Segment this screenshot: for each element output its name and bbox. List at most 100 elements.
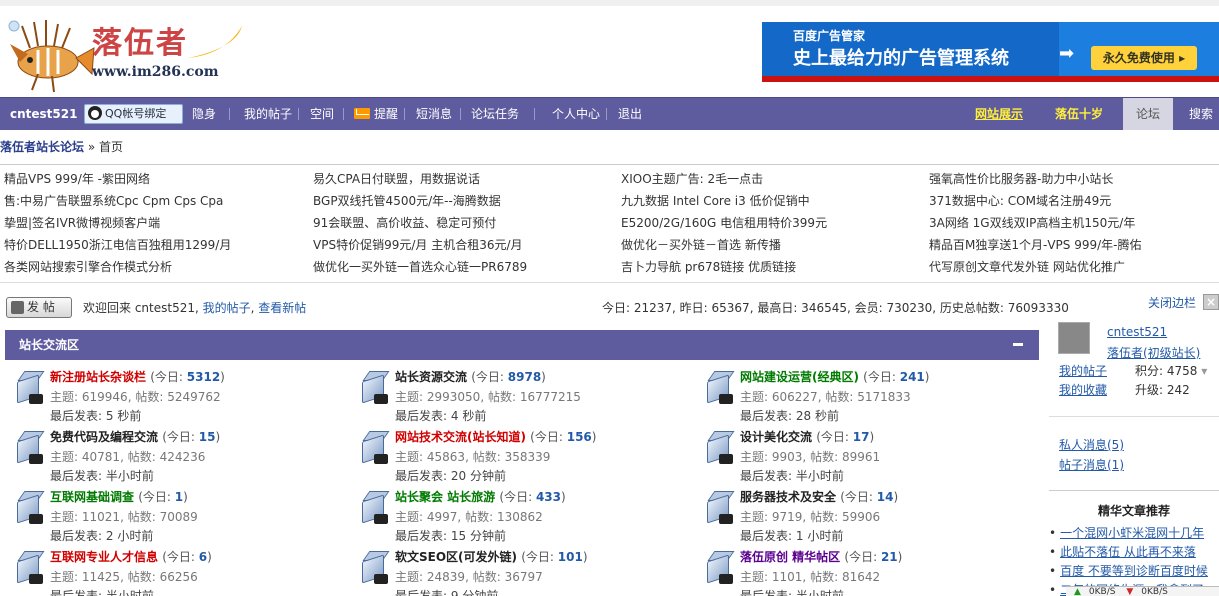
sidebar-my-posts[interactable]: 我的帖子 xyxy=(1059,362,1107,379)
nav-user-center[interactable]: 个人中心 xyxy=(552,98,600,130)
collapse-icon[interactable] xyxy=(1013,343,1023,346)
ad-link[interactable]: 精品VPS 999/年 -紫田网络 xyxy=(4,169,150,189)
forum-name[interactable]: 新注册站长杂谈栏 xyxy=(50,370,146,384)
ad-link[interactable]: XIOO主题广告: 2毛一点击 xyxy=(621,169,763,189)
recommend-article[interactable]: 一个混网小虾米混网十几年 xyxy=(1049,524,1219,541)
ad-link[interactable]: 各类网站搜索引擎合作模式分析 xyxy=(4,257,172,277)
forum-icon[interactable] xyxy=(15,430,45,464)
nav-site-showcase[interactable]: 网站展示 xyxy=(975,98,1023,130)
last-time[interactable]: 5 秒前 xyxy=(106,409,141,423)
forum-name[interactable]: 免费代码及编程交流 xyxy=(50,430,158,444)
ad-link[interactable]: 91会联盟、高价收益、稳定可预付 xyxy=(313,213,496,233)
last-time[interactable]: 1 小时前 xyxy=(796,529,843,543)
nav-logout[interactable]: 退出 xyxy=(618,98,642,130)
ad-link[interactable]: 挚盟|签名IVR微博视频客户端 xyxy=(4,213,160,233)
forum-icon[interactable] xyxy=(360,370,390,404)
ad-link[interactable]: 特价DELL1950浙江电信百独租用1299/月 xyxy=(4,235,231,255)
sidebar-username[interactable]: cntest521 xyxy=(1107,325,1167,339)
forum-icon[interactable] xyxy=(360,490,390,524)
tab-forum[interactable]: 论坛 xyxy=(1123,98,1173,130)
ad-link[interactable]: 强氧高性价比服务器-助力中小站长 xyxy=(929,169,1113,189)
sidebar-my-favorites[interactable]: 我的收藏 xyxy=(1059,381,1107,398)
ad-link[interactable]: 易久CPA日付联盟，用数据说话 xyxy=(313,169,480,189)
close-sidebar-link[interactable]: 关闭边栏 xyxy=(1148,294,1196,311)
banner-button[interactable]: 永久免费使用 ▸ xyxy=(1091,46,1197,70)
forum-name[interactable]: 设计美化交流 xyxy=(740,430,812,444)
breadcrumb-home[interactable]: 落伍者站长论坛 xyxy=(0,140,84,154)
last-time[interactable]: 28 秒前 xyxy=(796,409,839,423)
nav-remind[interactable]: 提醒 xyxy=(354,98,398,130)
logo-title[interactable]: 落伍者 xyxy=(92,18,188,62)
today-count: 15 xyxy=(198,430,216,444)
nav-my-posts[interactable]: 我的帖子 xyxy=(244,98,292,130)
last-time[interactable]: 20 分钟前 xyxy=(451,469,506,483)
chevron-down-icon[interactable]: ▾ xyxy=(1201,364,1207,378)
ad-link[interactable]: 代写原创文章代发外链 网站优化推广 xyxy=(929,257,1125,277)
qq-bind-button[interactable]: QQ帐号绑定 xyxy=(84,104,183,124)
nav-ten-years[interactable]: 落伍十岁 xyxy=(1055,98,1103,130)
ad-link[interactable]: 吉卜力导航 pr678链接 优质链接 xyxy=(621,257,796,277)
last-label: 最后发表: xyxy=(740,589,793,596)
forum-icon[interactable] xyxy=(15,490,45,524)
forum-icon[interactable] xyxy=(360,430,390,464)
forum-name[interactable]: 站长资源交流 xyxy=(395,370,467,384)
recommend-article[interactable]: 百度 不要等到诊断百度时候 xyxy=(1049,562,1219,579)
forum-name[interactable]: 网站技术交流(站长知道) xyxy=(395,430,526,444)
ad-link[interactable]: E5200/2G/160G 电信租用特价399元 xyxy=(621,213,827,233)
last-time[interactable]: 15 分钟前 xyxy=(451,529,506,543)
new-post-button[interactable]: 发 帖 xyxy=(6,297,72,318)
ad-link[interactable]: 精品百M独享送1个月-VPS 999/年-腾佑 xyxy=(929,235,1141,255)
last-time[interactable]: 半小时前 xyxy=(796,589,844,596)
forum-name[interactable]: 落伍原创 精华帖区 xyxy=(740,550,840,564)
nav-short-messages[interactable]: 短消息 xyxy=(416,98,452,130)
ad-link[interactable]: 九九数据 Intel Core i3 低价促销中 xyxy=(621,191,810,211)
forum-name[interactable]: 互联网专业人才信息 xyxy=(50,550,158,564)
ad-link[interactable]: VPS特价促销99元/月 主机合租36元/月 xyxy=(313,235,523,255)
forum-icon[interactable] xyxy=(360,550,390,584)
last-time[interactable]: 4 秒前 xyxy=(451,409,486,423)
forum-last-post: 最后发表: 半小时前 xyxy=(740,467,844,484)
nav-space[interactable]: 空间 xyxy=(310,98,334,130)
avatar[interactable] xyxy=(1058,322,1090,354)
nav-username[interactable]: cntest521 xyxy=(10,98,77,130)
nav-invisible[interactable]: 隐身 xyxy=(192,98,216,130)
forum-icon[interactable] xyxy=(705,370,735,404)
last-time[interactable]: 半小时前 xyxy=(796,469,844,483)
ad-link[interactable]: BGP双线托管4500元/年--海腾数据 xyxy=(313,191,501,211)
forum-name[interactable]: 互联网基础调查 xyxy=(50,490,134,504)
ad-link[interactable]: 3A网络 1G双线双IP高档主机150元/年 xyxy=(929,213,1135,233)
logo-url[interactable]: www.im286.com xyxy=(92,64,219,80)
ad-link[interactable]: 做优化－买外链－首选 新传播 xyxy=(621,235,781,255)
recommend-article[interactable]: 此贴不落伍 从此再不来落 xyxy=(1049,543,1219,560)
forum-icon[interactable] xyxy=(705,550,735,584)
forum-counts: 主题: 11425, 帖数: 66256 xyxy=(50,570,198,584)
forum-counts: 主题: 2993050, 帖数: 16777215 xyxy=(395,390,581,404)
section-title[interactable]: 站长交流区 xyxy=(19,338,79,352)
ad-link[interactable]: 371数据中心: COM域名注册49元 xyxy=(929,191,1111,211)
last-time[interactable]: 2 小时前 xyxy=(106,529,153,543)
ad-banner[interactable]: 百度广告管家 史上最给力的广告管理系统 ➡ 永久免费使用 ▸ xyxy=(762,22,1219,82)
ad-link[interactable]: 售:中易广告联盟系统Cpc Cpm Cps Cpa xyxy=(4,191,223,211)
forum-name[interactable]: 服务器技术及安全 xyxy=(740,490,836,504)
forum-icon[interactable] xyxy=(705,490,735,524)
last-time[interactable]: 9 分钟前 xyxy=(451,589,498,596)
close-icon[interactable]: × xyxy=(1203,294,1219,310)
forum-icon[interactable] xyxy=(705,430,735,464)
forum-name[interactable]: 网站建设运营(经典区) xyxy=(740,370,859,384)
forum-name[interactable]: 软文SEO区(可发外链) xyxy=(395,550,517,564)
posts-count: 16777215 xyxy=(519,390,581,404)
view-new-posts-link[interactable]: 查看新帖 xyxy=(258,301,306,315)
sidebar-topic-messages[interactable]: 帖子消息(1) xyxy=(1059,456,1124,473)
last-time[interactable]: 半小时前 xyxy=(106,469,154,483)
forum-name[interactable]: 站长聚会 站长旅游 xyxy=(395,490,495,504)
topics-count: 24839 xyxy=(426,570,466,584)
last-time[interactable]: 半小时前 xyxy=(106,589,154,596)
sidebar-rank[interactable]: 落伍者(初级站长) xyxy=(1107,344,1200,361)
ad-link[interactable]: 做优化一买外链一首选众心链一PR6789 xyxy=(313,257,527,277)
nav-forum-tasks[interactable]: 论坛任务 xyxy=(471,98,519,130)
forum-icon[interactable] xyxy=(15,550,45,584)
sidebar-private-messages[interactable]: 私人消息(5) xyxy=(1059,436,1124,453)
welcome-my-posts-link[interactable]: 我的帖子 xyxy=(203,301,251,315)
nav-search[interactable]: 搜索 xyxy=(1189,98,1213,130)
forum-icon[interactable] xyxy=(15,370,45,404)
